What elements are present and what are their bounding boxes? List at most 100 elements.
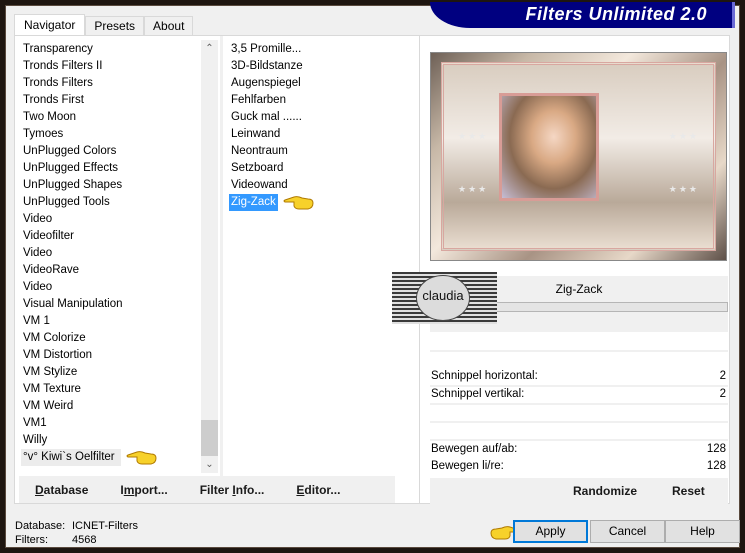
category-scrollbar[interactable]: ⌃ ⌄ [201, 40, 218, 473]
filter-item[interactable]: 3,5 Promille... [229, 41, 414, 58]
category-item-label: Video [23, 247, 53, 259]
filter-item[interactable]: Leinwand [229, 126, 414, 143]
category-item[interactable]: UnPlugged Effects [21, 160, 201, 177]
param-row-schnippel-horizontal[interactable]: Schnippel horizontal: 2 [430, 368, 728, 385]
scroll-down-icon[interactable]: ⌄ [201, 456, 218, 473]
cancel-button[interactable]: Cancel [590, 520, 665, 543]
category-item[interactable]: VM Stylize [21, 364, 201, 381]
category-item[interactable]: Two Moon [21, 109, 201, 126]
param-separator [430, 421, 728, 423]
category-item[interactable]: VM Texture [21, 381, 201, 398]
category-item-label: VM Weird [23, 400, 74, 412]
filter-item[interactable]: 3D-Bildstanze [229, 58, 414, 75]
filter-item[interactable]: Augenspiegel [229, 75, 414, 92]
navigator-panel: Transparency Tronds Filters II Tronds Filt… [14, 35, 420, 504]
category-item[interactable]: VM Colorize [21, 330, 201, 347]
category-item[interactable]: VM Weird [21, 398, 201, 415]
filter-item[interactable]: Zig-Zack [229, 194, 414, 211]
scroll-up-icon[interactable]: ⌃ [201, 40, 218, 57]
param-label: Schnippel horizontal: [431, 370, 538, 382]
tab-about[interactable]: About [144, 16, 194, 36]
navigator-button-row: Database Import... Filter Info... Editor… [19, 476, 395, 503]
category-item-label: °v° Kiwi`s Oelfilter [21, 449, 121, 466]
tab-navigator[interactable]: Navigator [14, 14, 86, 36]
category-item-label: VM Stylize [23, 366, 78, 378]
category-item-label: Tronds Filters II [23, 60, 103, 72]
category-item-label: VideoRave [23, 264, 80, 276]
status-area: Database: ICNET-Filters Filters: 4568 [15, 519, 138, 547]
category-item[interactable]: VideoRave [21, 262, 201, 279]
category-item[interactable]: UnPlugged Shapes [21, 177, 201, 194]
category-item[interactable]: Video [21, 279, 201, 296]
filter-item-label: 3D-Bildstanze [231, 60, 303, 72]
filter-item[interactable]: Fehlfarben [229, 92, 414, 109]
filter-item-label: 3,5 Promille... [231, 43, 302, 55]
stars-decoration: ★★★ [668, 184, 699, 194]
filter-item-label: Augenspiegel [231, 77, 301, 89]
help-button[interactable]: Help [665, 520, 740, 543]
filter-info-label: nfo... [235, 482, 265, 497]
filter-item-label: Fehlfarben [231, 94, 286, 106]
category-item-label: Visual Manipulation [23, 298, 123, 310]
param-label: Bewegen auf/ab: [431, 443, 518, 455]
scroll-thumb[interactable] [201, 420, 218, 456]
stars-decoration: ★★★ [458, 184, 489, 194]
category-item[interactable]: Willy [21, 432, 201, 449]
param-value[interactable]: 128 [707, 458, 726, 475]
filter-item[interactable]: Guck mal ...... [229, 109, 414, 126]
import-button[interactable]: Import... [104, 483, 183, 497]
randomize-button[interactable]: Randomize [573, 484, 637, 498]
editor-label: ditor... [304, 482, 341, 497]
category-item-label: VM 1 [23, 315, 50, 327]
filter-info-button[interactable]: Filter Info... [184, 483, 281, 497]
reset-button[interactable]: Reset [672, 484, 705, 498]
param-value[interactable]: 128 [707, 441, 726, 458]
category-list[interactable]: Transparency Tronds Filters II Tronds Filt… [21, 41, 201, 473]
tab-presets[interactable]: Presets [85, 16, 145, 36]
category-item[interactable]: UnPlugged Tools [21, 194, 201, 211]
param-row-schnippel-vertikal[interactable]: Schnippel vertikal: 2 [430, 386, 728, 403]
param-label: Bewegen li/re: [431, 460, 504, 472]
category-item[interactable]: UnPlugged Colors [21, 143, 201, 160]
editor-button[interactable]: Editor... [280, 483, 356, 497]
category-item[interactable]: VM1 [21, 415, 201, 432]
param-value[interactable]: 2 [720, 386, 726, 403]
category-item[interactable]: VM Distortion [21, 347, 201, 364]
filter-list[interactable]: 3,5 Promille... 3D-Bildstanze Augenspiegel… [229, 41, 414, 473]
category-item[interactable]: Video [21, 245, 201, 262]
category-item[interactable]: Tronds Filters II [21, 58, 201, 75]
import-mnemonic: m [123, 482, 135, 497]
category-item-label: VM Texture [23, 383, 81, 395]
filter-item-label: Setzboard [231, 162, 284, 174]
preview-panel: ★★★ ★★★ ★★★ ★★★ [420, 35, 730, 504]
category-item[interactable]: Tronds Filters [21, 75, 201, 92]
category-item[interactable]: °v° Kiwi`s Oelfilter [21, 449, 201, 466]
category-item-label: Tymoes [23, 128, 64, 140]
database-button[interactable]: Database [19, 483, 104, 497]
param-row-bewegen-auf-ab[interactable]: Bewegen auf/ab: 128 [430, 441, 728, 458]
apply-button[interactable]: Apply [513, 520, 588, 543]
category-item[interactable]: Tronds First [21, 92, 201, 109]
category-item[interactable]: VM 1 [21, 313, 201, 330]
filter-item[interactable]: Neontraum [229, 143, 414, 160]
stars-decoration: ★★★ [458, 131, 489, 141]
category-item-label: Transparency [23, 43, 93, 55]
category-item[interactable]: Video [21, 211, 201, 228]
filter-item[interactable]: Videowand [229, 177, 414, 194]
category-item[interactable]: Tymoes [21, 126, 201, 143]
category-item-label: Tronds First [23, 94, 84, 106]
category-item[interactable]: Videofilter [21, 228, 201, 245]
category-item-label: VM1 [23, 417, 47, 429]
pointing-hand-icon [126, 451, 157, 465]
filter-item[interactable]: Setzboard [229, 160, 414, 177]
category-item-label: UnPlugged Tools [23, 196, 110, 208]
category-item-label: Video [23, 213, 53, 225]
param-value[interactable]: 2 [720, 368, 726, 385]
database-status-value: ICNET-Filters [72, 520, 138, 532]
filters-count-value: 4568 [72, 534, 97, 546]
category-item[interactable]: Transparency [21, 41, 201, 58]
param-row-bewegen-li-re[interactable]: Bewegen li/re: 128 [430, 458, 728, 475]
app-title-banner: Filters Unlimited 2.0 [430, 2, 735, 28]
category-item-label: UnPlugged Shapes [23, 179, 123, 191]
category-item[interactable]: Visual Manipulation [21, 296, 201, 313]
